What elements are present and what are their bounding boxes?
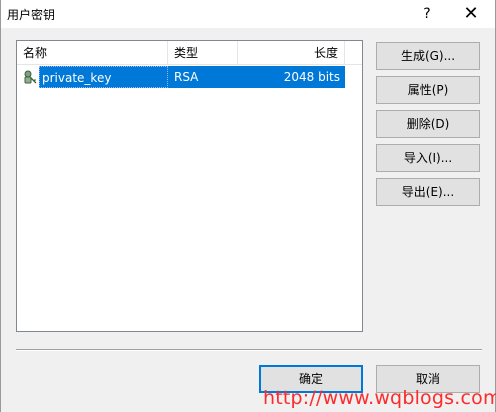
properties-button[interactable]: 属性(P)	[376, 76, 480, 104]
key-icon	[22, 69, 38, 85]
help-button[interactable]: ?	[405, 0, 449, 28]
key-list[interactable]: 名称 类型 长度 private_key RSA 2048 bits	[16, 40, 363, 332]
watermark: http://www.wqblogs.com	[263, 387, 496, 409]
column-header-name[interactable]: 名称	[17, 41, 168, 65]
import-button[interactable]: 导入(I)...	[376, 144, 480, 172]
column-header-type[interactable]: 类型	[168, 41, 238, 65]
export-button[interactable]: 导出(E)...	[376, 178, 480, 206]
list-item[interactable]: private_key RSA 2048 bits	[21, 66, 345, 88]
key-name-cell: private_key	[39, 66, 168, 88]
window-title: 用户密钥	[7, 8, 56, 22]
list-header: 名称 类型 长度	[17, 41, 362, 65]
generate-button[interactable]: 生成(G)...	[376, 42, 480, 70]
divider	[16, 349, 482, 351]
key-type-cell: RSA	[168, 66, 238, 88]
column-header-length[interactable]: 长度	[238, 41, 345, 65]
title-bar: 用户密钥 ? ✕	[1, 0, 495, 28]
close-button[interactable]: ✕	[449, 0, 493, 28]
delete-button[interactable]: 删除(D)	[376, 110, 480, 138]
key-length-cell: 2048 bits	[238, 66, 345, 88]
user-keys-dialog: 用户密钥 ? ✕ 名称 类型 长度 private_key RSA 2048 b…	[0, 0, 496, 412]
